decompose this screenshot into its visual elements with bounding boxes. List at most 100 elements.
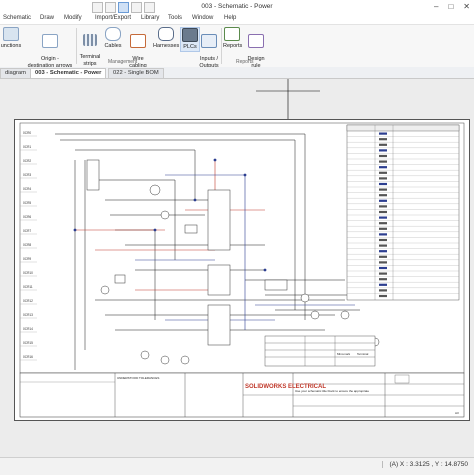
drawing-canvas[interactable]: 0CR0 0CR1 0CR2 0CR3 0CR4 0CR5 0CR6 0CR7 0CR8 0CR9…: [0, 79, 474, 457]
table-cell-mark: [379, 138, 387, 141]
schematic-drawing: 0CR0 0CR1 0CR2 0CR3 0CR4 0CR5 0CR6 0CR7 0CR8 0CR9…: [19, 122, 465, 418]
table-cell-mark: [379, 182, 387, 186]
ribbon-separator: [221, 28, 222, 64]
tab-diagram[interactable]: diagram: [0, 68, 31, 78]
wire-cabling-icon: [130, 33, 146, 48]
minimize-icon[interactable]: –: [434, 2, 438, 11]
close-icon[interactable]: ✕: [463, 2, 470, 11]
tolerances-header: UNDERSTOOD TOLERANCES: [117, 376, 159, 380]
plcs-label: PLCs: [183, 44, 197, 50]
cables-button[interactable]: Cables: [104, 27, 122, 50]
table-cell-mark: [379, 250, 387, 253]
harnesses-label: Harnesses: [153, 43, 180, 49]
plc-icon: [182, 28, 198, 42]
terminal-strips-label: Terminal strips: [79, 54, 101, 67]
reports-icon: [224, 27, 240, 41]
row-label: 0CR3: [23, 173, 31, 177]
row-label: 0CR5: [23, 201, 31, 205]
window-controls: – □ ✕: [434, 2, 470, 11]
terminal-strips-icon: [83, 33, 97, 46]
cables-label: Cables: [104, 43, 122, 49]
inputs-outputs-icon: [201, 33, 217, 48]
table-cell-mark: [379, 177, 387, 180]
table-cell-mark: [379, 289, 387, 292]
row-label: 0CR10: [23, 271, 33, 275]
table-cell-mark: [379, 216, 387, 219]
menu-bar: Schematic Draw Modify Import/Export Libr…: [0, 14, 474, 25]
wiring-blue: [135, 174, 355, 330]
schematic-sheet[interactable]: 0CR0 0CR1 0CR2 0CR3 0CR4 0CR5 0CR6 0CR7 0CR8 0CR9…: [14, 119, 470, 421]
reports-group-label: Reports: [236, 59, 254, 65]
wiring-red: [75, 160, 265, 291]
cable-table: [346, 124, 460, 301]
tab-single-bom-label: 022 - Single BOM: [113, 70, 159, 76]
table-cell-mark: [379, 278, 387, 281]
reports-label: Reports: [223, 43, 243, 49]
functions-label: unctions: [0, 43, 22, 49]
tab-single-bom[interactable]: 022 - Single BOM: [108, 68, 164, 78]
tab-diagram-label: diagram: [5, 70, 26, 76]
tab-schematic-power-label: 003 - Schematic - Power: [35, 70, 102, 76]
status-bar: (A) X : 3.3125 , Y : 14.8750: [0, 457, 474, 475]
harnesses-button[interactable]: Harnesses: [153, 27, 180, 50]
menu-import-export[interactable]: Import/Export: [95, 15, 131, 21]
legend-box: Mini-mark Terminal: [264, 335, 376, 367]
table-cell-mark: [379, 283, 387, 286]
table-cell-mark: [379, 154, 387, 158]
cables-icon: [105, 27, 121, 41]
title-block: UNDERSTOOD TOLERANCES Use your schematic…: [19, 372, 465, 418]
table-cell-mark: [379, 160, 387, 163]
design-rule-check-icon: [248, 33, 264, 48]
management-group-label: Management: [108, 59, 138, 65]
row-label: 0CR12: [23, 299, 33, 303]
menu-draw[interactable]: Draw: [40, 15, 54, 21]
reports-button[interactable]: Reports: [223, 27, 243, 50]
row-label: 0CR7: [23, 229, 31, 233]
cursor-coordinates: (A) X : 3.3125 , Y : 14.8750: [382, 461, 468, 468]
maximize-icon[interactable]: □: [448, 2, 453, 11]
table-cell-mark: [379, 227, 387, 230]
row-label: 0CR8: [23, 243, 31, 247]
document-tab-bar: diagram 003 - Schematic - Power 022 - Si…: [0, 67, 474, 79]
ribbon: unctions Origin - destination arrows Ter…: [0, 25, 474, 75]
functions-button[interactable]: unctions: [0, 27, 22, 50]
window-title: 003 - Schematic - Power: [201, 3, 273, 10]
title-bar: 003 - Schematic - Power – □ ✕: [0, 0, 474, 14]
table-cell-mark: [379, 266, 387, 270]
row-label-column: 0CR0 0CR1 0CR2 0CR3 0CR4 0CR5 0CR6 0CR7 0CR8 0CR9…: [20, 131, 37, 361]
menu-help[interactable]: Help: [224, 15, 236, 21]
menu-tools[interactable]: Tools: [168, 15, 182, 21]
row-label: 0CR4: [23, 187, 31, 191]
row-label: 0CR15: [23, 341, 33, 345]
table-cell-mark: [379, 255, 387, 258]
harnesses-icon: [157, 27, 174, 41]
table-cell-mark: [379, 210, 387, 214]
table-cell-mark: [379, 188, 387, 191]
table-cell-mark: [379, 272, 387, 275]
menu-schematic[interactable]: Schematic: [3, 15, 31, 21]
tab-schematic-power[interactable]: 003 - Schematic - Power: [30, 68, 107, 78]
menu-modify[interactable]: Modify: [64, 15, 82, 21]
table-cell-mark: [379, 143, 387, 146]
row-label: 0CR11: [23, 285, 33, 289]
row-label: 0CR13: [23, 313, 33, 317]
table-cell-mark: [379, 233, 387, 236]
wiring-black: [55, 133, 360, 370]
table-cell-mark: [379, 205, 387, 208]
row-label: 0CR2: [23, 159, 31, 163]
table-cell-mark: [379, 149, 387, 152]
menu-library[interactable]: Library: [141, 15, 159, 21]
table-cell-mark: [379, 171, 387, 174]
row-label: 0CR16: [23, 355, 33, 359]
table-cell-mark: [379, 261, 387, 264]
menu-window[interactable]: Window: [192, 15, 213, 21]
plcs-button[interactable]: PLCs: [180, 27, 200, 52]
sheet-size: A3: [455, 411, 459, 415]
row-label: 0CR14: [23, 327, 33, 331]
table-cell-mark: [379, 222, 387, 225]
row-label: 0CR9: [23, 257, 31, 261]
table-cell-mark: [379, 166, 387, 169]
row-label: 0CR6: [23, 215, 31, 219]
table-cell-mark: [379, 194, 387, 197]
table-cell-mark: [379, 238, 387, 242]
